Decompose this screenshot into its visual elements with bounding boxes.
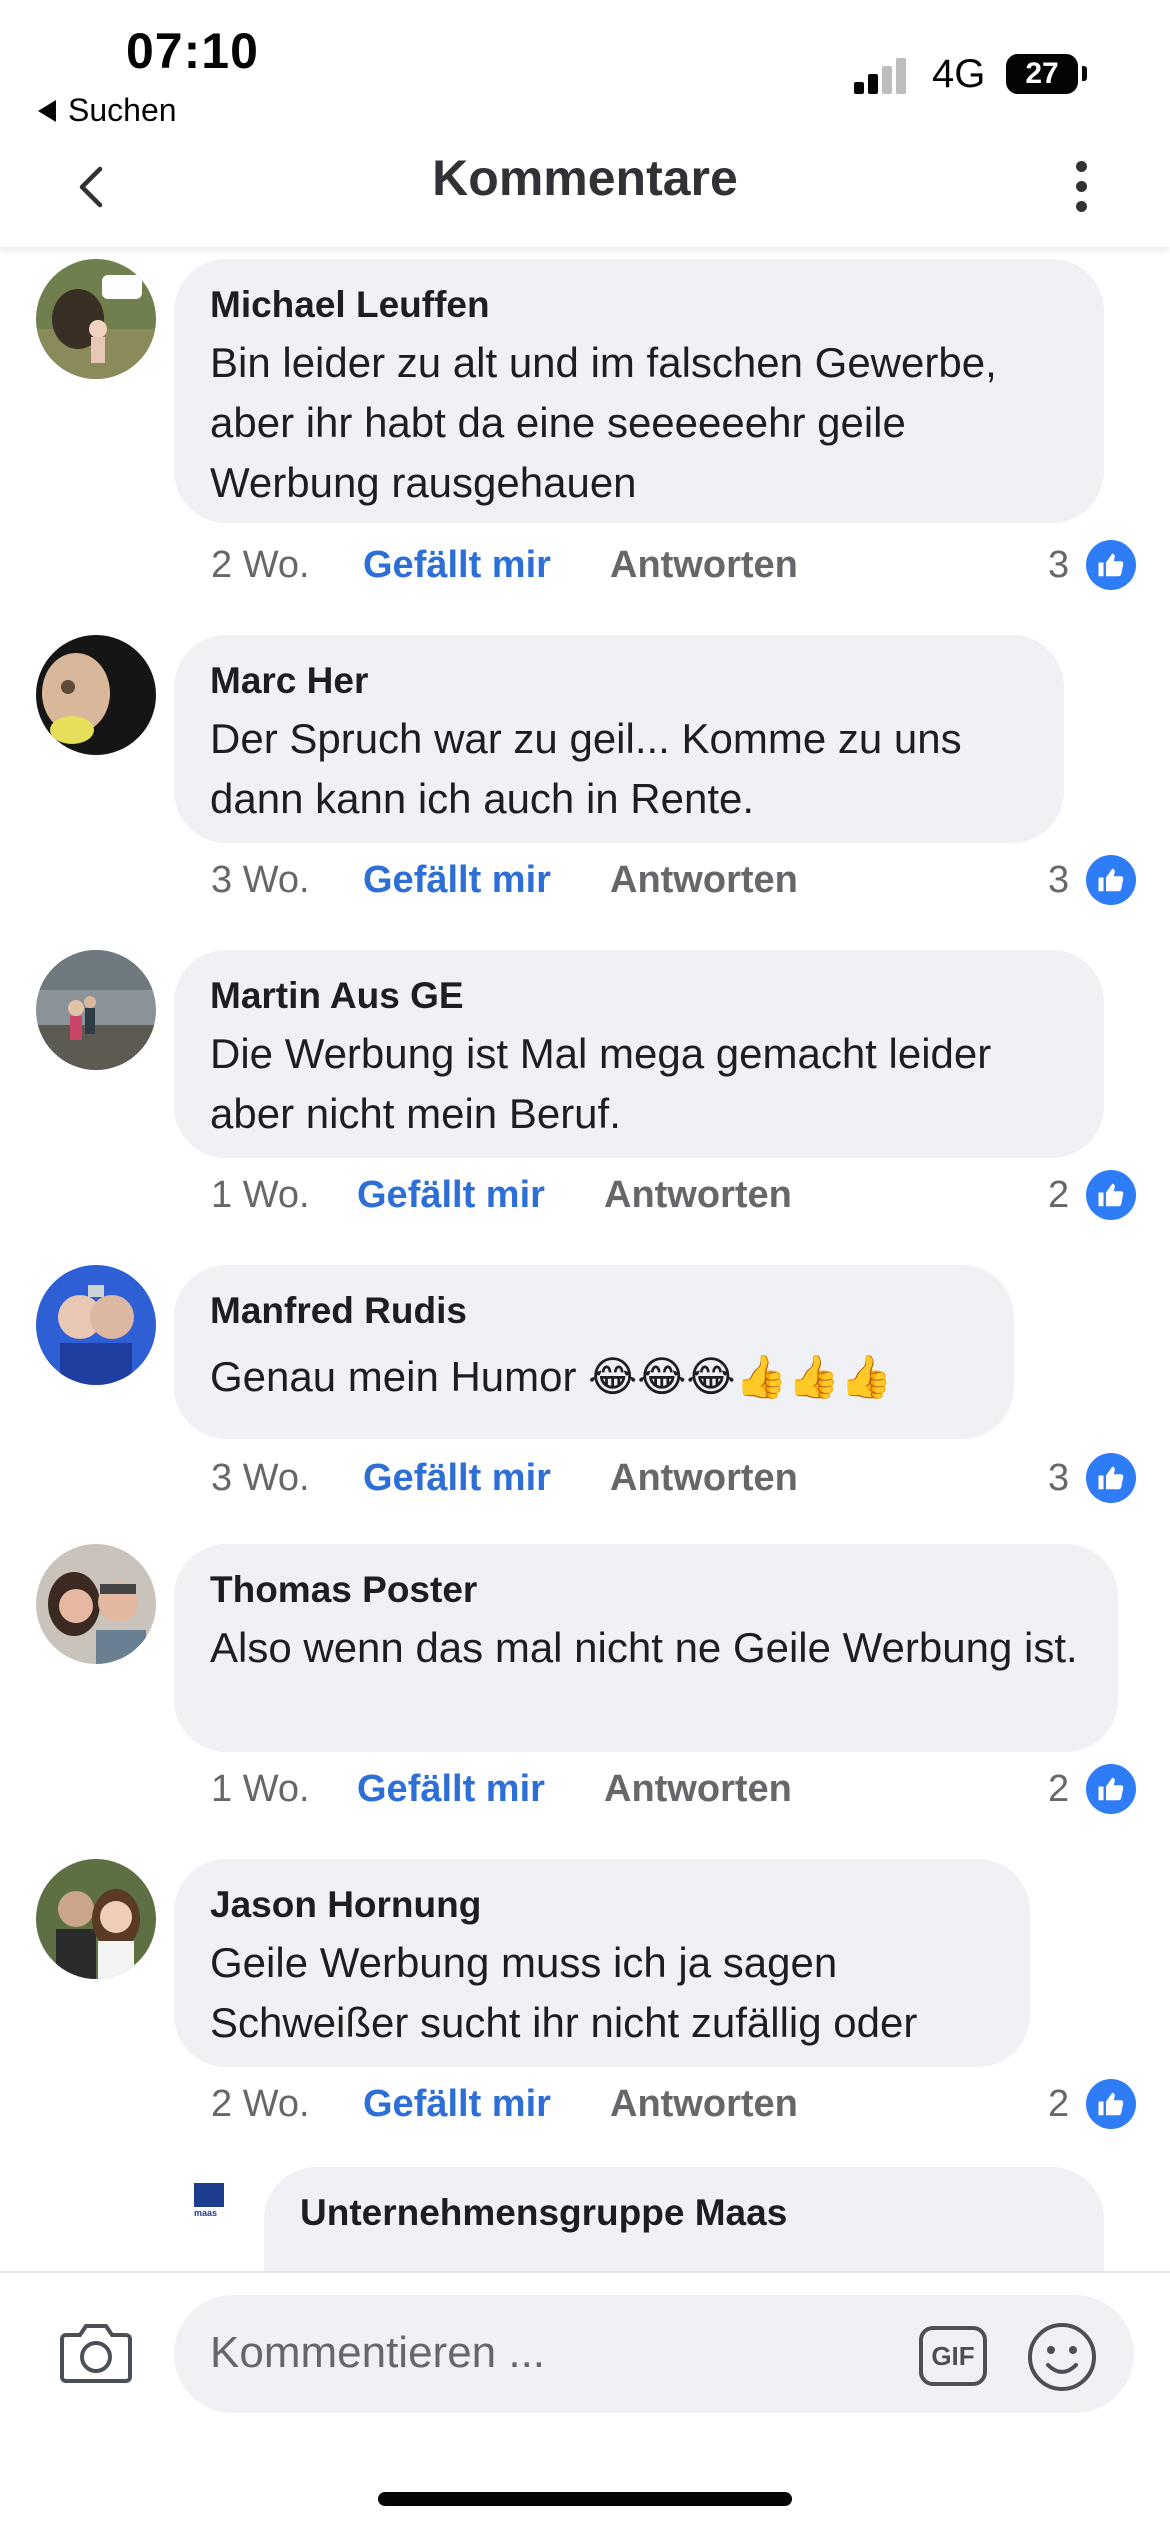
thumbs-up-icon[interactable] [1086,1453,1136,1503]
avatar[interactable] [36,1859,156,1979]
comment-text: Geile Werbung muss ich ja sagen Schweiße… [210,1939,918,2046]
gif-button[interactable]: GIF [918,2325,988,2387]
comment-actions: 1 Wo. Gefällt mir Antworten 2 [0,1167,1170,1223]
company-logo-text: maas [194,2208,218,2218]
comment-author[interactable]: Thomas Poster [210,1568,1082,1612]
thumbs-up-icon[interactable] [1086,1170,1136,1220]
back-to-app-button[interactable]: Suchen [38,92,177,129]
like-count: 3 [1048,1457,1070,1499]
comment-age: 2 Wo. [211,544,310,586]
comment-input-container[interactable]: GIF [174,2295,1134,2413]
like-count: 2 [1048,1174,1070,1216]
reply-button[interactable]: Antworten [610,2076,798,2132]
avatar[interactable] [36,1544,156,1664]
avatar[interactable] [36,950,156,1070]
comment-author[interactable]: Michael Leuffen [210,283,1068,327]
comment-bubble[interactable]: Manfred Rudis Genau mein Humor 😂😂😂👍👍👍 [174,1265,1014,1439]
thumbs-up-icon[interactable] [1086,540,1136,590]
like-button[interactable]: Gefällt mir [363,537,551,593]
comment-author[interactable]: Martin Aus GE [210,974,1068,1018]
reply-button[interactable]: Antworten [610,1450,798,1506]
like-button[interactable]: Gefällt mir [363,852,551,908]
reply-button[interactable]: Antworten [610,537,798,593]
comment-actions: 3 Wo. Gefällt mir Antworten 3 [0,1450,1170,1506]
comment-age: 2 Wo. [211,2083,310,2125]
like-button[interactable]: Gefällt mir [357,1761,545,1817]
reply-button[interactable]: Antworten [604,1761,792,1817]
comment-author[interactable]: Marc Her [210,659,1028,703]
comment-author[interactable]: Jason Hornung [210,1883,994,1927]
battery-icon: 27 [1006,54,1078,94]
emoji-icon[interactable] [1026,2321,1098,2393]
comment-list[interactable]: Michael Leuffen Bin leider zu alt und im… [0,247,1170,2271]
comment-bubble[interactable]: Martin Aus GE Die Werbung ist Mal mega g… [174,950,1104,1158]
back-triangle-icon [38,99,56,122]
status-bar: 07:10 Suchen 4G 27 [0,0,1170,135]
comment-bubble[interactable]: Michael Leuffen Bin leider zu alt und im… [174,259,1104,523]
like-button[interactable]: Gefällt mir [363,2076,551,2132]
comment-bubble[interactable]: Thomas Poster Also wenn das mal nicht ne… [174,1544,1118,1752]
reply-button[interactable]: Antworten [604,1167,792,1223]
comment-author[interactable]: Manfred Rudis [210,1289,978,1333]
comments-header: Kommentare [0,135,1170,247]
status-time: 07:10 [126,23,259,79]
comment-actions: 3 Wo. Gefällt mir Antworten 3 [0,852,1170,908]
avatar[interactable] [36,259,156,379]
like-button[interactable]: Gefällt mir [363,1450,551,1506]
comment-bubble[interactable]: Unternehmensgruppe Maas [264,2167,1104,2271]
company-logo[interactable]: maas [194,2183,226,2223]
like-count: 2 [1048,1768,1070,1810]
comment-text: Genau mein Humor 😂😂😂👍👍👍 [210,1353,893,1400]
page-title: Kommentare [432,150,738,206]
like-count: 3 [1048,859,1070,901]
comment-text: Also wenn das mal nicht ne Geile Werbung… [210,1624,1078,1671]
reply-button[interactable]: Antworten [610,852,798,908]
avatar[interactable] [36,1265,156,1385]
battery-tip [1082,66,1087,81]
thumbs-up-icon[interactable] [1086,855,1136,905]
like-count: 2 [1048,2083,1070,2125]
network-type: 4G [932,52,986,96]
back-to-app-label: Suchen [68,92,177,128]
comment-text: Die Werbung ist Mal mega gemacht leider … [210,1030,992,1137]
comment-actions: 2 Wo. Gefällt mir Antworten 3 [0,537,1170,593]
comment-age: 3 Wo. [211,1457,310,1499]
comment-author[interactable]: Unternehmensgruppe Maas [300,2191,1068,2235]
like-count: 3 [1048,544,1070,586]
camera-icon[interactable] [58,2317,134,2389]
cellular-signal-icon [854,56,906,94]
avatar[interactable] [36,635,156,755]
comment-bubble[interactable]: Jason Hornung Geile Werbung muss ich ja … [174,1859,1030,2067]
comment-input[interactable] [210,2323,830,2383]
like-button[interactable]: Gefällt mir [357,1167,545,1223]
comment-bubble[interactable]: Marc Her Der Spruch war zu geil... Komme… [174,635,1064,843]
comment-text: Bin leider zu alt und im falschen Gewerb… [210,339,997,506]
gif-label: GIF [931,2341,975,2371]
vertical-dots-icon[interactable] [1062,157,1102,217]
comment-actions: 2 Wo. Gefällt mir Antworten 2 [0,2076,1170,2132]
thumbs-up-icon[interactable] [1086,1764,1136,1814]
comment-age: 1 Wo. [211,1768,310,1810]
comment-age: 1 Wo. [211,1174,310,1216]
comment-age: 3 Wo. [211,859,310,901]
thumbs-up-icon[interactable] [1086,2079,1136,2129]
comment-text: Der Spruch war zu geil... Komme zu uns d… [210,715,962,822]
home-indicator[interactable] [378,2492,792,2506]
comment-actions: 1 Wo. Gefällt mir Antworten 2 [0,1761,1170,1817]
